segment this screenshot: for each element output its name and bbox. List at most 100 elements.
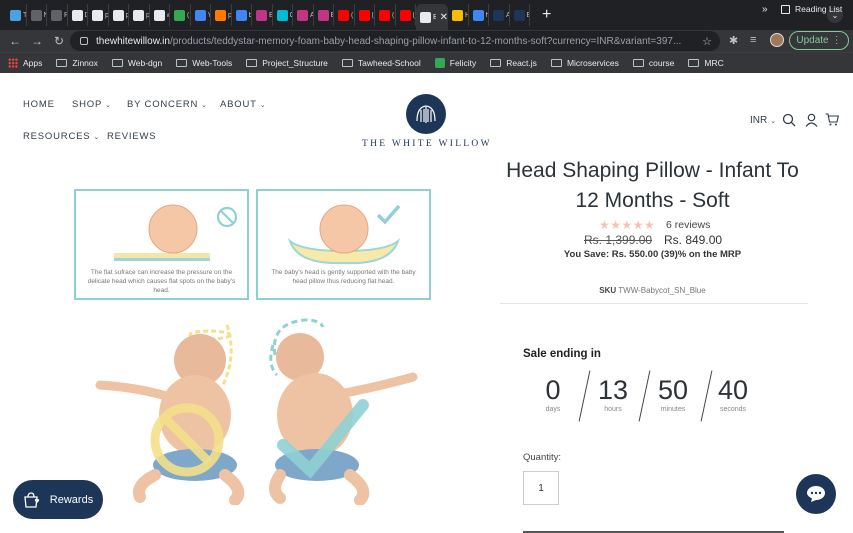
bookmark-item[interactable]: MRC	[688, 58, 724, 68]
brand-logo[interactable]	[406, 94, 446, 134]
bookmark-star-icon[interactable]: ☆	[702, 35, 712, 48]
bookmark-label: Microservices	[566, 58, 619, 68]
browser-tab[interactable]: p	[211, 4, 232, 26]
browser-tab[interactable]: (	[375, 4, 396, 26]
browser-tab[interactable]: h	[469, 4, 489, 26]
browser-tab[interactable]: E	[510, 4, 530, 26]
new-tab-icon[interactable]: +	[542, 6, 551, 24]
product-title-line1: Head Shaping Pillow - Infant To	[506, 159, 799, 182]
back-icon[interactable]: ←	[4, 34, 26, 48]
update-button-label: Update	[796, 35, 829, 46]
lock-icon[interactable]	[80, 37, 88, 45]
bookmark-item[interactable]: Web-Tools	[176, 58, 232, 68]
browser-tab[interactable]: A	[489, 4, 510, 26]
nav-home[interactable]: HOME	[23, 99, 55, 110]
chat-widget-button[interactable]	[796, 474, 836, 514]
sale-price: Rs. 849.00	[664, 233, 723, 247]
countdown-minutes-label: minutes	[660, 406, 686, 413]
extensions-icon[interactable]: ✱	[729, 34, 738, 47]
bookmark-item[interactable]: Zinnox	[56, 58, 98, 68]
search-icon[interactable]	[782, 113, 796, 127]
nav-home-label: HOME	[23, 99, 55, 110]
review-count[interactable]: 6 reviews	[666, 219, 710, 231]
sku: SKU TWW-Babycot_SN_Blue	[500, 286, 805, 295]
browser-tab[interactable]: C	[273, 4, 293, 26]
sku-value: TWW-Babycot_SN_Blue	[618, 286, 706, 295]
chevron-down-icon: ⌄	[259, 101, 267, 109]
browser-tab[interactable]: N	[27, 4, 47, 26]
browser-tab[interactable]: (	[396, 4, 416, 26]
browser-tab-active[interactable]: Ba ✕	[416, 4, 448, 30]
quantity-input[interactable]: 1	[523, 471, 559, 505]
browser-tab[interactable]: E	[314, 4, 334, 26]
bookmark-item[interactable]: Microservices	[550, 58, 619, 68]
nav-shop[interactable]: SHOP ⌄	[72, 99, 112, 110]
tab-favicon-icon	[358, 9, 370, 21]
bookmark-label: course	[648, 58, 675, 68]
nav-by-concern[interactable]: BY CONCERN ⌄	[127, 99, 208, 110]
nav-about[interactable]: ABOUT ⌄	[220, 99, 266, 110]
tab-title: w	[167, 12, 170, 19]
browser-tab[interactable]: (	[355, 4, 375, 26]
browser-tab[interactable]: E	[252, 4, 273, 26]
nav-resources[interactable]: RESOURCES ⌄	[23, 131, 100, 142]
cart-icon[interactable]	[825, 113, 839, 126]
forward-icon[interactable]: →	[26, 34, 48, 48]
tab-favicon-icon	[399, 9, 411, 21]
nav-reviews[interactable]: REVIEWS	[107, 131, 156, 142]
account-icon[interactable]	[805, 113, 818, 127]
folder-icon	[246, 59, 258, 67]
bookmark-item[interactable]: Tawheed-School	[341, 58, 421, 68]
bookmark-item[interactable]: Felicity	[434, 58, 476, 68]
tab-favicon-icon	[51, 9, 62, 21]
tab-title: H	[465, 12, 468, 19]
reading-list-button[interactable]: Reading List	[781, 4, 842, 14]
tab-title: C	[290, 12, 293, 19]
tab-title: Ba	[433, 13, 436, 21]
media-control-icon[interactable]: ≡	[750, 34, 756, 46]
bookmark-label: Tawheed-School	[357, 58, 421, 68]
browser-tab[interactable]: P	[47, 4, 68, 26]
update-button[interactable]: Update ⋮	[789, 31, 849, 50]
browser-tab[interactable]: A	[293, 4, 314, 26]
browser-tab[interactable]: p	[109, 4, 129, 26]
bookmarks-overflow-button[interactable]: »	[762, 4, 768, 15]
flat-surface-comparison-image: The flat sufrace can increase the pressu…	[74, 189, 249, 300]
browser-tab[interactable]: w	[150, 4, 170, 26]
rating-stars[interactable]: ★★★★★	[599, 218, 655, 232]
address-bar[interactable]: thewhitewillow.in /products/teddystar-me…	[70, 31, 720, 51]
rewards-button[interactable]: Rewards	[13, 480, 103, 519]
browser-tab[interactable]: T	[6, 4, 27, 26]
browser-tab[interactable]: p	[129, 4, 150, 26]
tab-title: T	[23, 11, 26, 19]
reload-icon[interactable]: ↻	[48, 34, 70, 48]
browser-tab[interactable]: H	[448, 4, 469, 26]
browser-tab[interactable]: (	[170, 4, 191, 26]
browser-tab[interactable]: (	[334, 4, 355, 26]
reading-list-icon	[781, 4, 790, 14]
left-panel-caption: The flat sufrace can increase the pressu…	[87, 269, 236, 294]
bookmark-item[interactable]: React.js	[490, 58, 537, 68]
tab-title: h	[485, 11, 489, 19]
browser-tab[interactable]: p	[88, 4, 109, 26]
tab-title: (	[351, 11, 354, 19]
browser-tab[interactable]: b	[232, 4, 252, 26]
sku-label: SKU	[599, 286, 617, 295]
browser-tab[interactable]: Y	[191, 4, 211, 26]
tab-title: (	[187, 11, 190, 19]
bookmarks-bar: Apps Zinnox Web-dgn Web-Tools Project_Struct…	[0, 52, 853, 73]
tab-favicon-icon	[338, 9, 349, 21]
bookmark-label: Web-Tools	[192, 58, 233, 68]
bookmark-item[interactable]: course	[632, 58, 675, 68]
bookmark-label: Web-dgn	[127, 58, 163, 68]
bookmark-item[interactable]: Apps	[8, 58, 42, 68]
tab-favicon-icon	[215, 9, 226, 21]
pillow-support-comparison-image: The baby's head is gently supported with…	[256, 189, 431, 300]
close-tab-icon[interactable]: ✕	[440, 12, 448, 23]
browser-tab[interactable]: D	[68, 4, 88, 26]
currency-selector[interactable]: INR ⌄	[750, 115, 776, 126]
bookmark-item[interactable]: Project_Structure	[246, 58, 328, 68]
baby-head-pillow-illustration	[287, 204, 401, 265]
bookmark-item[interactable]: Web-dgn	[111, 58, 163, 68]
profile-avatar[interactable]	[770, 33, 784, 47]
